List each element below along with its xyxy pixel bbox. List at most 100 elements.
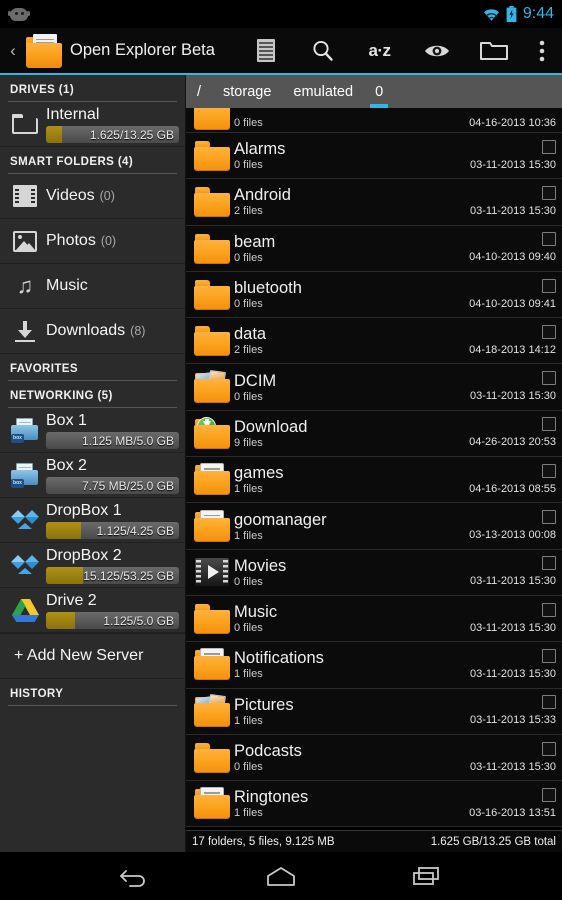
- breadcrumb-item-storage[interactable]: storage: [212, 75, 282, 108]
- folder-documents-icon: [190, 464, 234, 496]
- row-checkbox[interactable]: [542, 324, 556, 339]
- table-row[interactable]: Ringtones 1 files 03-16-2013 13:51: [186, 781, 562, 828]
- row-checkbox[interactable]: [542, 417, 556, 432]
- row-checkbox[interactable]: [542, 232, 556, 247]
- box-icon: box: [8, 462, 42, 488]
- file-subtitle: 1 files: [234, 529, 263, 542]
- folder-documents-icon: [190, 649, 234, 681]
- sidebar-section-smart-folders: SMART FOLDERS (4): [10, 156, 134, 168]
- breadcrumb-item-emulated[interactable]: emulated: [282, 75, 364, 108]
- table-row[interactable]: Android 2 files 03-11-2013 15:30: [186, 179, 562, 226]
- sidebar-item-dropbox-2[interactable]: DropBox 2 15.125/53.25 GB: [0, 543, 185, 588]
- row-checkbox[interactable]: [542, 185, 556, 200]
- sidebar-item-drive-2[interactable]: Drive 2 1.125/5.0 GB: [0, 588, 185, 633]
- sidebar-item-box-1[interactable]: box Box 1 1.125 MB/5.0 GB: [0, 408, 185, 453]
- sidebar-item-text: DropBox 1 1.125/4.25 GB: [42, 501, 179, 539]
- file-row-text: Android 2 files: [234, 185, 470, 218]
- file-row-meta: 03-11-2013 15:30: [469, 185, 556, 218]
- file-name: Android: [234, 186, 291, 205]
- table-row[interactable]: Movies 0 files 03-11-2013 15:30: [186, 549, 562, 596]
- sidebar-section-drives: DRIVES (1): [10, 84, 75, 96]
- table-row[interactable]: Podcasts 0 files 03-11-2013 15:30: [186, 734, 562, 782]
- storage-meter-label: 1.625/13.25 GB: [89, 127, 174, 142]
- table-row[interactable]: Download 9 files 04-26-2013 20:53: [186, 410, 562, 458]
- file-row-meta: 04-18-2013 14:12: [469, 324, 556, 357]
- file-date: 04-16-2013 10:36: [469, 117, 556, 129]
- file-row-meta: 04-26-2013 20:53: [469, 417, 556, 449]
- sidebar-item-label: Drive 2: [46, 592, 97, 609]
- view-mode-list-button[interactable]: [237, 27, 294, 74]
- back-arrow-icon: [120, 870, 145, 887]
- file-name: beam: [234, 232, 276, 251]
- table-row[interactable]: Pictures 1 files 03-11-2013 15:33: [186, 688, 562, 735]
- table-row[interactable]: games 1 files 04-16-2013 08:55: [186, 457, 562, 504]
- sidebar-item-music[interactable]: ♫ Music: [0, 264, 185, 309]
- page-title: Open Explorer Beta: [70, 41, 215, 59]
- row-checkbox[interactable]: [542, 139, 556, 154]
- file-row-text: Podcasts 0 files: [234, 741, 470, 774]
- row-checkbox[interactable]: [542, 602, 556, 617]
- sort-button[interactable]: a·z: [351, 27, 408, 74]
- folder-download-icon: [190, 416, 234, 449]
- table-row[interactable]: Music 0 files 03-11-2013 15:30: [186, 595, 562, 643]
- table-row[interactable]: beam 0 files 04-10-2013 09:40: [186, 225, 562, 272]
- table-row[interactable]: data 2 files 04-18-2013 14:12: [186, 318, 562, 365]
- row-checkbox[interactable]: [542, 556, 556, 571]
- navigate-up-button[interactable]: ‹: [4, 27, 22, 74]
- breadcrumb-item-root[interactable]: /: [186, 75, 212, 108]
- row-checkbox[interactable]: [542, 741, 556, 756]
- sidebar-item-dropbox-1[interactable]: DropBox 1 1.125/4.25 GB: [0, 498, 185, 543]
- file-row-text: Notifications 1 files: [234, 648, 470, 681]
- sidebar-item-label: Box 2: [46, 457, 87, 474]
- show-hidden-button[interactable]: [408, 27, 465, 74]
- system-navigation-bar: [0, 852, 562, 900]
- search-button[interactable]: [294, 27, 351, 74]
- home-button[interactable]: [251, 852, 311, 900]
- breadcrumb-item-0[interactable]: 0: [364, 75, 394, 108]
- sidebar-item-label: DropBox 1: [46, 502, 122, 519]
- row-checkbox[interactable]: [542, 648, 556, 663]
- sidebar-section-history: HISTORY: [10, 688, 64, 700]
- file-name: Ringtones: [234, 788, 309, 807]
- table-row[interactable]: goomanager 1 files 03-13-2013 00:08: [186, 503, 562, 550]
- table-row[interactable]: DCIM 0 files 03-11-2013 15:30: [186, 364, 562, 411]
- new-folder-button[interactable]: [465, 27, 522, 74]
- table-row[interactable]: Alarms 0 files 03-11-2013 15:30: [186, 133, 562, 180]
- row-checkbox[interactable]: [542, 510, 556, 525]
- status-bar-clock: 9:44: [522, 5, 554, 22]
- overflow-menu-button[interactable]: [522, 27, 562, 74]
- file-row-meta: 04-10-2013 09:41: [469, 278, 556, 311]
- add-new-server-button[interactable]: + Add New Server: [0, 633, 185, 679]
- storage-meter: 1.125 MB/5.0 GB: [46, 432, 179, 449]
- folder-plain-icon: [190, 108, 234, 130]
- file-date: 03-11-2013 15:30: [469, 204, 556, 217]
- table-row[interactable]: bluetooth 0 files 04-10-2013 09:41: [186, 271, 562, 319]
- file-list[interactable]: 0 files 04-16-2013 10:36 Alarms 0 files …: [186, 108, 562, 830]
- storage-meter: 1.625/13.25 GB: [46, 126, 179, 143]
- sidebar-item-text: Photos (0): [42, 231, 179, 251]
- sidebar-item-text: Internal 1.625/13.25 GB: [42, 105, 179, 143]
- sidebar-item-label: Downloads: [46, 322, 126, 339]
- row-checkbox[interactable]: [542, 278, 556, 293]
- row-checkbox[interactable]: [542, 787, 556, 802]
- row-checkbox[interactable]: [542, 695, 556, 710]
- row-checkbox[interactable]: [542, 463, 556, 478]
- file-name: games: [234, 464, 284, 483]
- file-subtitle: 0 files: [234, 622, 263, 635]
- main-body: DRIVES (1) Internal 1.625/13.25 GB SMART…: [0, 75, 562, 852]
- open-folder-icon[interactable]: [24, 33, 64, 68]
- table-row[interactable]: 0 files 04-16-2013 10:36: [186, 108, 562, 133]
- sidebar-item-downloads[interactable]: Downloads (8): [0, 309, 185, 354]
- table-row[interactable]: Notifications 1 files 03-11-2013 15:30: [186, 642, 562, 689]
- file-date: 03-11-2013 15:30: [469, 760, 556, 773]
- music-note-icon: ♫: [16, 273, 34, 298]
- sidebar-item-internal[interactable]: Internal 1.625/13.25 GB: [0, 102, 185, 147]
- sidebar-item-box-2[interactable]: box Box 2 7.75 MB/25.0 GB: [0, 453, 185, 498]
- sidebar-item-photos[interactable]: Photos (0): [0, 219, 185, 264]
- back-button[interactable]: [105, 852, 165, 900]
- sidebar-item-text: Box 1 1.125 MB/5.0 GB: [42, 411, 179, 449]
- sidebar-item-videos[interactable]: Videos (0): [0, 174, 185, 219]
- status-bar-left: [8, 7, 483, 21]
- recents-button[interactable]: [397, 852, 457, 900]
- row-checkbox[interactable]: [542, 371, 556, 386]
